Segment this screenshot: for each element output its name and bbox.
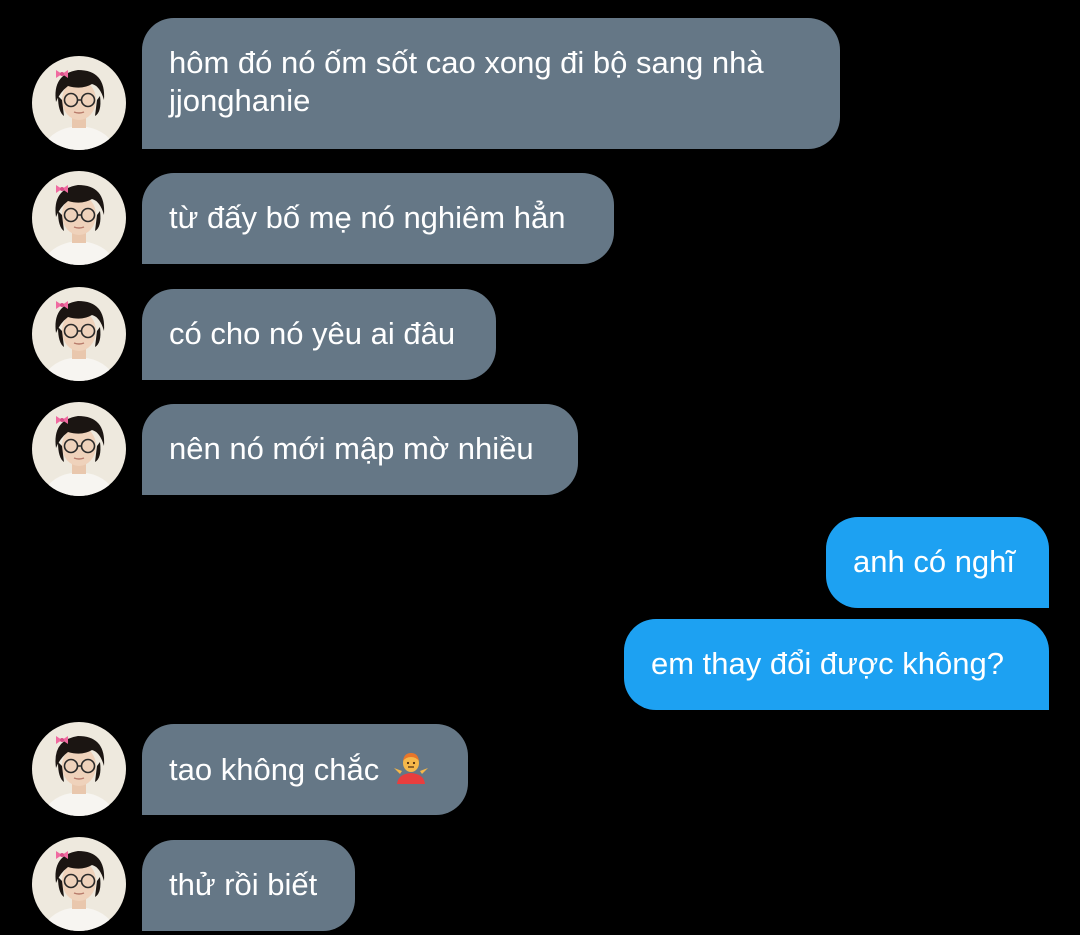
message-text: tao không chắc [169, 752, 380, 787]
message-text: em thay đổi được không? [651, 646, 1005, 681]
incoming-message-bubble[interactable]: thử rồi biết [142, 840, 355, 931]
incoming-message-bubble[interactable]: có cho nó yêu ai đâu [142, 289, 496, 380]
incoming-message-bubble[interactable]: nên nó mới mập mờ nhiều [142, 404, 578, 495]
outgoing-message-bubble[interactable]: em thay đổi được không? [624, 619, 1049, 710]
message-text-continued: jjonghanie [169, 83, 311, 118]
incoming-message-bubble[interactable]: tao không chắc [142, 724, 468, 815]
incoming-message-bubble[interactable]: hôm đó nó ốm sốt cao xong đi bộ sang nhà… [142, 18, 840, 149]
avatar[interactable] [32, 837, 126, 931]
avatar[interactable] [32, 722, 126, 816]
person-shrugging-emoji-icon [392, 750, 430, 784]
message-content: tao không chắc [169, 752, 430, 787]
message-text: hôm đó nó ốm sốt cao xong đi bộ sang nhà [169, 45, 764, 80]
avatar[interactable] [32, 402, 126, 496]
message-text: anh có nghĩ [853, 544, 1016, 579]
message-text: từ đấy bố mẹ nó nghiêm hẳn [169, 200, 566, 235]
avatar[interactable] [32, 287, 126, 381]
avatar[interactable] [32, 171, 126, 265]
message-text: có cho nó yêu ai đâu [169, 316, 456, 351]
incoming-message-bubble[interactable]: từ đấy bố mẹ nó nghiêm hẳn [142, 173, 614, 264]
message-text: thử rồi biết [169, 867, 318, 902]
avatar[interactable] [32, 56, 126, 150]
outgoing-message-bubble[interactable]: anh có nghĩ [826, 517, 1049, 608]
message-text: nên nó mới mập mờ nhiều [169, 431, 534, 466]
